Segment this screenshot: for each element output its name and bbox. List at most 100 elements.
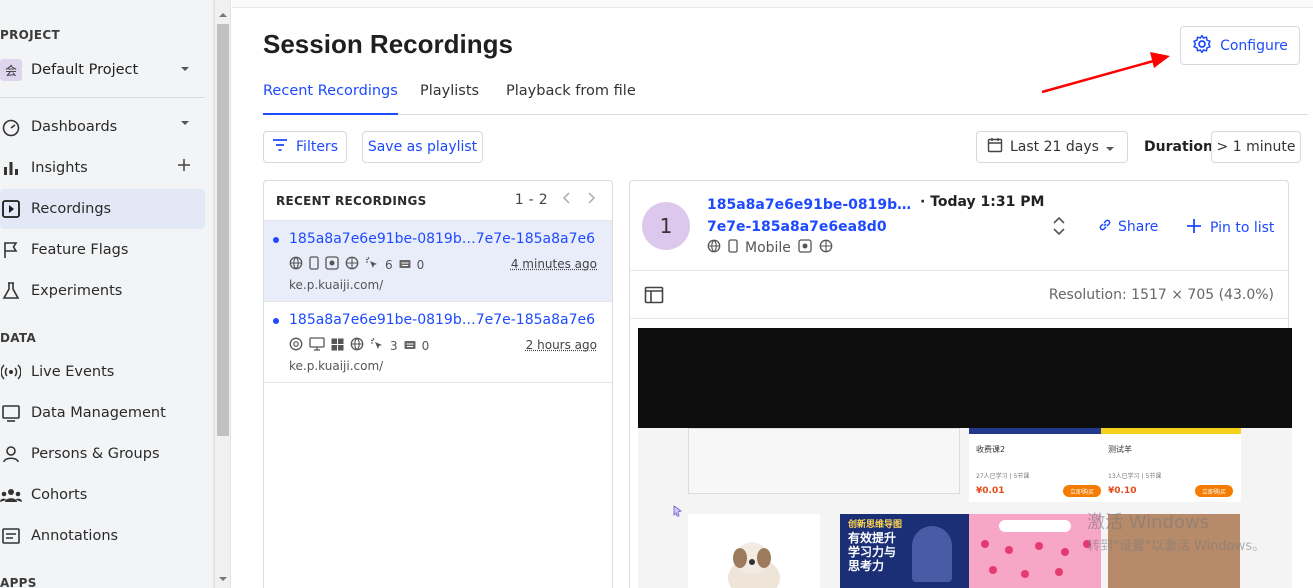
sidebar-item-label: Feature Flags — [31, 242, 128, 258]
thumb-person — [912, 526, 952, 582]
project-selector[interactable]: 会 Default Project — [0, 55, 205, 85]
list-item[interactable]: 185a8a7e6e91be-0819b…7e7e-185a8a7e6 6 0 … — [264, 221, 612, 302]
globe-icon — [289, 256, 303, 273]
duration-filter[interactable]: > 1 minute — [1211, 131, 1301, 163]
course-card: 收费课2 27人已学习 | 5节课 ¥0.01 立即购买 — [969, 428, 1109, 502]
expand-collapse-icon[interactable] — [1052, 215, 1066, 241]
player-header: 1 185a8a7e6e91be-0819b… 7e7e-185a8a7e6ea… — [630, 181, 1288, 271]
recording-url: ke.p.kuaiji.com/ — [289, 278, 383, 292]
thumb-title: 创新思维导图 — [848, 517, 902, 530]
share-button[interactable]: Share — [1098, 218, 1158, 236]
duration-label: Duration — [1144, 139, 1213, 155]
sidebar-item-label: Live Events — [31, 364, 114, 380]
browser-icon — [819, 239, 833, 257]
desktop-icon — [309, 337, 325, 354]
bar-chart-icon — [0, 157, 22, 179]
database-icon — [0, 402, 22, 424]
click-count: 3 — [390, 339, 398, 353]
sidebar-divider — [0, 97, 205, 98]
cursor-icon — [673, 505, 683, 521]
sidebar-item-persons-groups[interactable]: Persons & Groups — [0, 434, 205, 474]
course-thumbnail-dog — [688, 514, 820, 588]
sidebar-item-feature-flags[interactable]: Feature Flags — [0, 230, 205, 270]
plus-icon[interactable] — [177, 158, 191, 176]
sidebar-toggle-icon[interactable] — [644, 286, 664, 308]
thumb-line: 有效提升 — [848, 531, 896, 545]
filters-label: Filters — [296, 139, 338, 155]
chevron-right-icon[interactable] — [586, 192, 596, 208]
replay-empty-box — [688, 428, 960, 494]
scroll-up-icon[interactable] — [218, 8, 228, 18]
course-card-banner — [1101, 428, 1241, 434]
sidebar-scrollbar[interactable] — [214, 0, 231, 588]
pagination: 1 - 2 — [515, 192, 596, 208]
recording-time-ago: 2 hours ago — [526, 338, 597, 352]
course-price: ¥0.10 — [1108, 486, 1136, 496]
course-thumbnail-mindmap: 创新思维导图 有效提升 学习力与 思考力 — [840, 514, 972, 588]
recording-time-ago: 4 minutes ago — [511, 257, 597, 271]
chevron-down-icon[interactable] — [179, 117, 191, 133]
click-icon — [365, 256, 379, 273]
buy-button: 立即购买 — [1195, 485, 1233, 497]
sidebar-item-insights[interactable]: Insights — [0, 148, 205, 188]
mobile-icon — [309, 256, 319, 273]
filters-button[interactable]: Filters — [263, 131, 347, 163]
sidebar-item-label: Cohorts — [31, 487, 87, 503]
link-icon — [1098, 218, 1112, 236]
sidebar-item-experiments[interactable]: Experiments — [0, 271, 205, 311]
project-name: Default Project — [31, 62, 138, 78]
sidebar-item-recordings[interactable]: Recordings — [0, 189, 205, 229]
annotation-icon — [0, 525, 22, 547]
users-icon — [0, 484, 22, 506]
thumb-body: 有效提升 学习力与 思考力 — [848, 531, 896, 573]
recording-meta: 3 0 — [289, 337, 429, 354]
play-square-icon — [0, 198, 22, 220]
chevron-left-icon[interactable] — [562, 192, 572, 208]
sidebar-item-dashboards[interactable]: Dashboards — [0, 107, 205, 147]
annotation-arrow — [232, 0, 1313, 120]
pin-label: Pin to list — [1210, 220, 1274, 236]
avatar[interactable]: 1 — [642, 202, 690, 250]
project-badge: 会 — [0, 59, 22, 81]
filter-icon — [272, 138, 288, 156]
sidebar-item-label: Insights — [31, 160, 88, 176]
recording-id: 185a8a7e6e91be-0819b…7e7e-185a8a7e6 — [289, 312, 595, 328]
course-subtitle: 27人已学习 | 5节课 — [976, 471, 1029, 480]
thumb-line: 学习力与 — [848, 545, 896, 559]
plus-icon — [1186, 218, 1202, 238]
recording-meta: 6 0 — [289, 256, 424, 273]
globe-icon — [707, 239, 721, 257]
scroll-down-icon[interactable] — [218, 572, 228, 582]
player-id-line2: 7e7e-185a8a7e6ea8d0 — [707, 216, 911, 238]
resolution-text: Resolution: 1517 × 705 (43.0%) — [1049, 287, 1274, 303]
browser-icon — [345, 256, 359, 273]
device-type: Mobile — [745, 240, 791, 256]
windows-icon — [331, 338, 344, 354]
page-range: 1 - 2 — [515, 192, 548, 208]
player-timestamp: · Today 1:31 PM — [920, 194, 1044, 210]
scrollbar-thumb[interactable] — [217, 24, 229, 436]
sidebar-item-annotations[interactable]: Annotations — [0, 516, 205, 556]
sidebar: PROJECT 会 Default Project Dashboards Ins… — [0, 0, 214, 588]
recordings-list-header: RECENT RECORDINGS 1 - 2 — [264, 181, 612, 221]
click-icon — [370, 337, 384, 354]
date-range-select[interactable]: Last 21 days — [976, 131, 1128, 163]
main-content: Session Recordings Configure Recent Reco… — [232, 0, 1313, 588]
player-recording-id[interactable]: 185a8a7e6e91be-0819b… 7e7e-185a8a7e6ea8d… — [707, 194, 911, 238]
sidebar-item-label: Persons & Groups — [31, 446, 160, 462]
chevron-down-icon — [179, 63, 191, 79]
course-subtitle: 13人已学习 | 5节课 — [1108, 471, 1161, 480]
mobile-icon — [728, 239, 738, 257]
os-icon — [798, 239, 812, 257]
os-icon — [325, 256, 339, 273]
share-label: Share — [1118, 219, 1158, 235]
sidebar-item-data-management[interactable]: Data Management — [0, 393, 205, 433]
pin-to-list-button[interactable]: Pin to list — [1186, 218, 1274, 238]
course-card: 测试羊 13人已学习 | 5节课 ¥0.10 立即购买 — [1101, 428, 1241, 502]
save-as-playlist-button[interactable]: Save as playlist — [362, 131, 483, 163]
chevron-down-icon — [1105, 142, 1115, 158]
list-item[interactable]: 185a8a7e6e91be-0819b…7e7e-185a8a7e6 3 0 … — [264, 302, 612, 383]
sidebar-item-cohorts[interactable]: Cohorts — [0, 475, 205, 515]
course-thumbnail-pink — [969, 514, 1101, 588]
sidebar-item-live-events[interactable]: Live Events — [0, 352, 205, 392]
